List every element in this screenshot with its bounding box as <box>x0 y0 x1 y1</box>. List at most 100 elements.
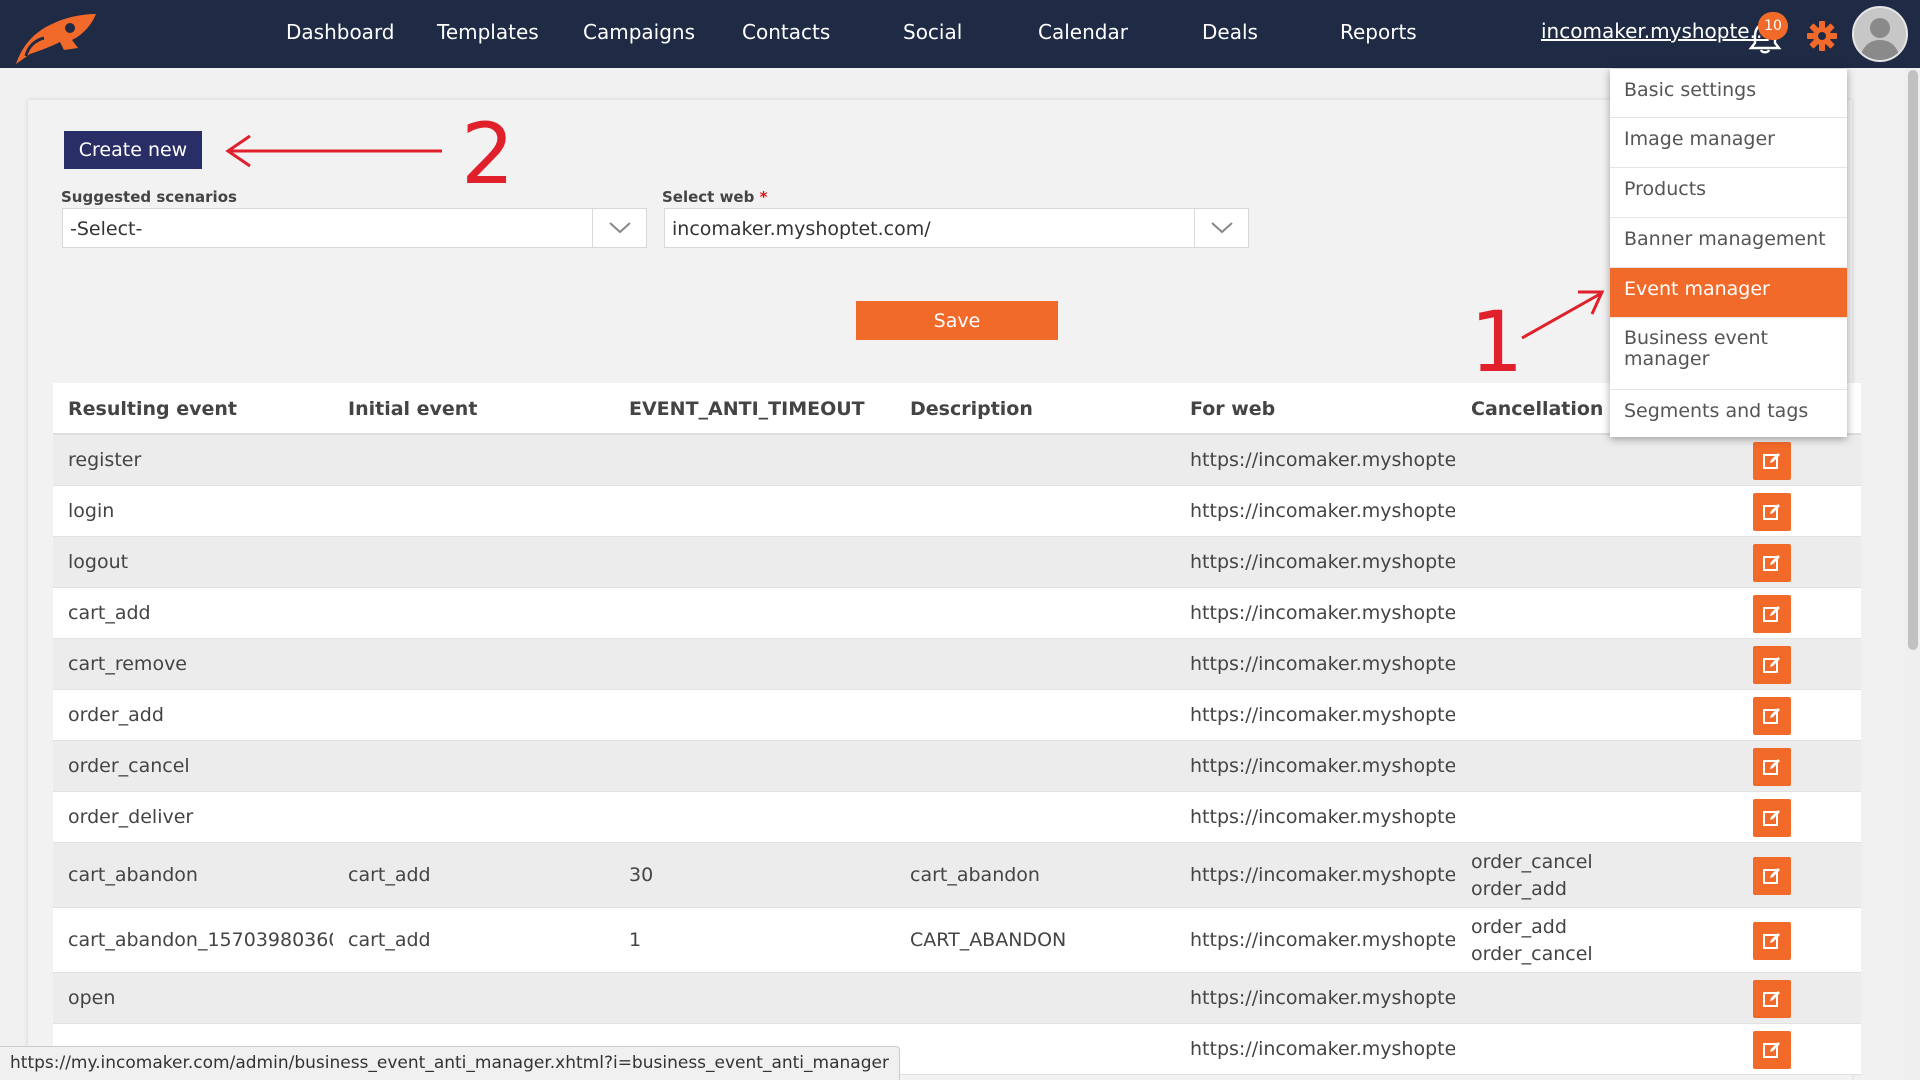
select-web-label: Select web * <box>662 188 768 206</box>
edit-icon <box>1763 867 1780 884</box>
cancellation-event-item: order_cancel <box>1471 850 1593 873</box>
suggested-scenarios-value: -Select- <box>70 218 143 240</box>
cell-description: cart_abandon <box>910 863 1040 886</box>
table-body: register https://incomaker.myshoptet.c log… <box>53 435 1861 1075</box>
cell-resulting-event: cart_abandon <box>68 863 198 886</box>
scroll-thumb[interactable] <box>1908 70 1918 650</box>
cancellation-event-item: order_add <box>1471 915 1567 938</box>
cell-resulting-event: order_deliver <box>68 805 194 828</box>
menu-segments-and-tags[interactable]: Segments and tags <box>1610 390 1847 437</box>
edit-button[interactable] <box>1753 979 1791 1018</box>
annotation-number-1: 1 <box>1470 293 1524 391</box>
edit-icon <box>1763 554 1780 571</box>
avatar-icon <box>1860 18 1900 60</box>
menu-event-manager[interactable]: Event manager <box>1610 268 1847 318</box>
table-header: Resulting event Initial event EVENT_ANTI… <box>53 383 1861 435</box>
create-new-button[interactable]: Create new <box>64 131 202 169</box>
table-row: order_cancel https://incomaker.myshoptet.… <box>53 741 1861 792</box>
edit-button[interactable] <box>1753 645 1791 684</box>
save-button[interactable]: Save <box>856 301 1058 340</box>
edit-button[interactable] <box>1753 747 1791 786</box>
cell-for-web: https://incomaker.myshoptet.c <box>1190 499 1455 522</box>
cell-for-web: https://incomaker.myshoptet.c <box>1190 1037 1455 1060</box>
gear-icon[interactable] <box>1806 20 1838 52</box>
cell-for-web: https://incomaker.myshoptet.c <box>1190 754 1455 777</box>
table-row: cart_add https://incomaker.myshoptet.c <box>53 588 1861 639</box>
edit-button[interactable] <box>1753 492 1791 531</box>
edit-icon <box>1763 809 1780 826</box>
cell-resulting-event: login <box>68 499 115 522</box>
annotation-number-2: 2 <box>461 105 515 203</box>
table-row: logout https://incomaker.myshoptet.c <box>53 537 1861 588</box>
nav-deals[interactable]: Deals <box>1202 20 1258 44</box>
table-row: order_add https://incomaker.myshoptet.c <box>53 690 1861 741</box>
site-link[interactable]: incomaker.myshopte... <box>1541 19 1769 43</box>
table-row: cart_abandon cart_add 30 cart_abandon https:… <box>53 843 1861 908</box>
col-event-anti-timeout[interactable]: EVENT_ANTI_TIMEOUT <box>629 398 865 420</box>
menu-image-manager[interactable]: Image manager <box>1610 118 1847 168</box>
menu-business-event-manager[interactable]: Business event manager <box>1610 318 1847 390</box>
cancellation-event-item: order_cancel <box>1471 942 1593 965</box>
cell-resulting-event: cart_remove <box>68 652 188 675</box>
col-description[interactable]: Description <box>910 398 1033 420</box>
cell-for-web: https://incomaker.myshoptet.c <box>1190 986 1455 1009</box>
suggested-scenarios-label: Suggested scenarios <box>61 188 237 206</box>
nav-contacts[interactable]: Contacts <box>742 20 830 44</box>
menu-banner-management[interactable]: Banner management <box>1610 218 1847 268</box>
avatar[interactable] <box>1852 6 1908 62</box>
main-nav: Dashboard Templates Campaigns Contacts S… <box>0 0 1500 68</box>
cell-event-anti-timeout: 1 <box>629 928 642 951</box>
edit-icon <box>1763 452 1780 469</box>
cell-resulting-event: cart_add <box>68 601 151 624</box>
cell-resulting-event: logout <box>68 550 129 573</box>
cell-resulting-event: cart_abandon_1570398036000 <box>68 928 333 951</box>
edit-button[interactable] <box>1753 798 1791 837</box>
edit-icon <box>1763 605 1780 622</box>
table-row: register https://incomaker.myshoptet.c <box>53 435 1861 486</box>
page-scrollbar[interactable] <box>1906 68 1920 1080</box>
cell-initial-event: cart_add <box>348 928 431 951</box>
cell-for-web: https://incomaker.myshoptet.c <box>1190 928 1455 951</box>
nav-templates[interactable]: Templates <box>437 20 539 44</box>
edit-button[interactable] <box>1753 1030 1791 1069</box>
nav-dashboard[interactable]: Dashboard <box>286 20 395 44</box>
edit-button[interactable] <box>1753 441 1791 480</box>
menu-basic-settings[interactable]: Basic settings <box>1610 69 1847 118</box>
cell-cancellation-event: order_add order_cancel <box>1471 914 1593 968</box>
table-row: open https://incomaker.myshoptet.c <box>53 973 1861 1024</box>
nav-social[interactable]: Social <box>903 20 962 44</box>
top-navbar: Dashboard Templates Campaigns Contacts S… <box>0 0 1920 68</box>
edit-icon <box>1763 1041 1780 1058</box>
edit-button[interactable] <box>1753 543 1791 582</box>
cell-for-web: https://incomaker.myshoptet.c <box>1190 863 1455 886</box>
edit-button[interactable] <box>1753 921 1791 960</box>
table-row: cart_remove https://incomaker.myshoptet.c <box>53 639 1861 690</box>
cancellation-event-item: order_add <box>1471 877 1567 900</box>
edit-button[interactable] <box>1753 696 1791 735</box>
cell-initial-event: cart_add <box>348 863 431 886</box>
col-initial-event[interactable]: Initial event <box>348 398 477 420</box>
cell-for-web: https://incomaker.myshoptet.c <box>1190 652 1455 675</box>
cell-for-web: https://incomaker.myshoptet.c <box>1190 703 1455 726</box>
edit-button[interactable] <box>1753 856 1791 895</box>
select-web-select[interactable]: incomaker.myshoptet.com/ <box>664 208 1249 248</box>
cell-description: CART_ABANDON <box>910 928 1067 951</box>
col-for-web[interactable]: For web <box>1190 398 1275 420</box>
nav-reports[interactable]: Reports <box>1340 20 1417 44</box>
table-row: login https://incomaker.myshoptet.c <box>53 486 1861 537</box>
menu-products[interactable]: Products <box>1610 168 1847 218</box>
suggested-scenarios-select[interactable]: -Select- <box>62 208 647 248</box>
col-resulting-event[interactable]: Resulting event <box>68 398 237 420</box>
edit-button[interactable] <box>1753 594 1791 633</box>
cell-cancellation-event: order_cancel order_add <box>1471 849 1593 903</box>
cell-resulting-event: open <box>68 986 116 1009</box>
cell-resulting-event: order_add <box>68 703 164 726</box>
nav-calendar[interactable]: Calendar <box>1038 20 1128 44</box>
cell-for-web: https://incomaker.myshoptet.c <box>1190 448 1455 471</box>
edit-icon <box>1763 932 1780 949</box>
nav-campaigns[interactable]: Campaigns <box>583 20 695 44</box>
chevron-down-icon[interactable] <box>1194 209 1248 247</box>
chevron-down-icon[interactable] <box>592 209 646 247</box>
edit-icon <box>1763 503 1780 520</box>
edit-icon <box>1763 656 1780 673</box>
